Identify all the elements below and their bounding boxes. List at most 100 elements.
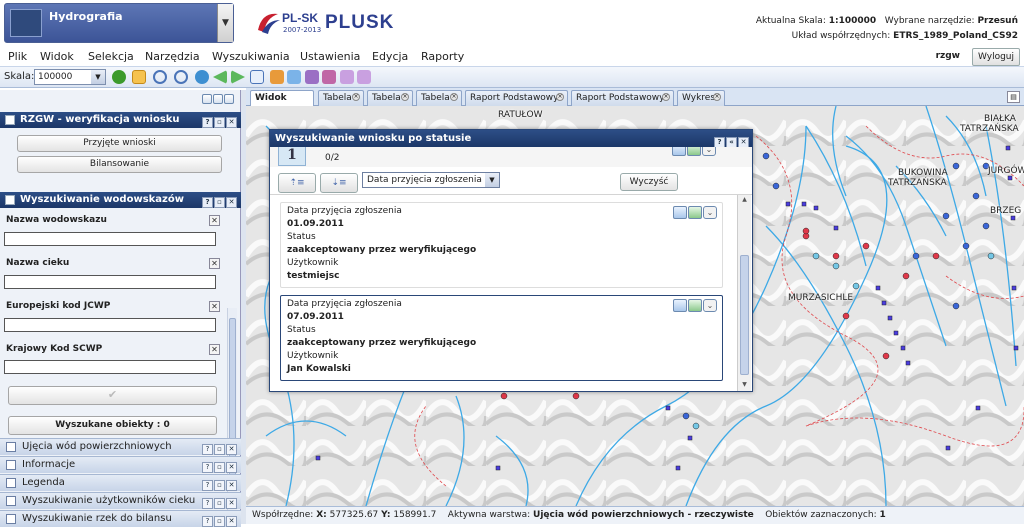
export-icon[interactable] [687,147,701,156]
scroll-down-icon[interactable]: ▼ [740,381,749,390]
help-icon[interactable]: ? [202,117,213,128]
tab-table-3[interactable]: Tabela × [416,90,462,106]
chart-report-icon[interactable] [357,70,371,84]
accordion-river-balance-search[interactable]: Wyszukiwanie rzek do bilansu ? ▫ ✕ [0,510,241,527]
chart-icon[interactable] [340,70,354,84]
menu-plik[interactable]: Plik [8,50,27,63]
export-icon[interactable] [688,299,702,312]
list-item-selected[interactable]: Data przyjęcia zgłoszenia 07.09.2011 Sta… [280,295,723,381]
river-name-input[interactable] [4,275,216,289]
close-icon[interactable]: ✕ [226,444,237,455]
select-rectangle-icon[interactable] [250,70,264,84]
table-icon[interactable] [270,70,284,84]
tab-table-2[interactable]: Tabela × [367,90,413,106]
dialog-scrollbar[interactable]: ▲ ▼ [737,195,751,391]
close-icon[interactable]: × [401,93,409,101]
logout-button[interactable]: Wyloguj [972,48,1020,66]
help-icon[interactable]: ? [202,498,213,509]
list-item[interactable]: Data przyjęcia zgłoszenia 01.09.2011 Sta… [280,202,723,288]
clear-field-icon[interactable]: ✕ [209,258,220,269]
scroll-up-icon[interactable]: ▲ [740,196,749,205]
tab-list-menu-icon[interactable]: ▤ [1007,91,1020,103]
next-extent-icon[interactable] [231,70,245,84]
balance-button[interactable]: Bilansowanie [17,156,222,173]
document-icon[interactable] [673,299,687,312]
close-icon[interactable]: × [713,93,721,101]
zoom-in-icon[interactable] [153,70,167,84]
menu-widok[interactable]: Widok [40,50,74,63]
info-icon[interactable] [112,70,126,84]
menu-raporty[interactable]: Raporty [421,50,464,63]
close-icon[interactable]: × [662,93,670,101]
help-icon[interactable]: ? [202,480,213,491]
minimize-icon[interactable] [224,94,234,104]
restore-icon[interactable]: ▫ [214,197,225,208]
tab-chart[interactable]: Wykres × [677,90,725,106]
layer-select-icon[interactable] [305,70,319,84]
close-icon[interactable]: × [450,93,458,101]
restore-icon[interactable]: ▫ [214,117,225,128]
accordion-information[interactable]: Informacje ? ▫ ✕ [0,456,241,473]
chevron-down-icon[interactable]: ⌄ [703,206,717,219]
dialog-title-bar[interactable]: Wyszukiwanie wniosku po statusie ? «✕ [270,130,752,148]
chevron-down-icon[interactable]: ▼ [485,173,499,187]
restore-icon[interactable]: ▫ [214,444,225,455]
help-icon[interactable]: ? [202,462,213,473]
help-icon[interactable]: ? [202,197,213,208]
restore-icon[interactable]: ▫ [214,462,225,473]
zoom-out-icon[interactable] [174,70,188,84]
menu-wyszukiwania[interactable]: Wyszukiwania [212,50,290,63]
close-icon[interactable]: ✕ [226,462,237,473]
sort-field-select[interactable]: Data przyjęcia zgłoszenia ▼ [362,172,500,188]
restore-icon[interactable] [202,94,212,104]
tab-table-1[interactable]: Tabela × [318,90,364,106]
close-icon[interactable]: ✕ [226,197,237,208]
export-icon[interactable] [688,206,702,219]
chevron-down-icon[interactable]: ▼ [217,4,233,42]
clear-field-icon[interactable]: ✕ [209,344,220,355]
scwp-code-input[interactable] [4,360,216,374]
close-icon[interactable]: ✕ [226,516,237,527]
chevron-down-icon[interactable]: ▼ [91,70,105,84]
chevron-down-icon[interactable]: ⌄ [703,299,717,312]
accepted-applications-button[interactable]: Przyjęte wnioski [17,135,222,152]
menu-ustawienia[interactable]: Ustawienia [300,50,360,63]
close-icon[interactable]: ✕ [226,117,237,128]
globe-icon[interactable] [195,70,209,84]
tab-basic-report-1[interactable]: Raport Podstawowy × [465,90,568,106]
measure-icon[interactable] [322,70,336,84]
maximize-icon[interactable] [213,94,223,104]
layer-selector[interactable]: Hydrografia ▼ [4,3,234,43]
menu-narzedzia[interactable]: Narzędzia [145,50,200,63]
close-icon[interactable]: × [352,93,360,101]
prev-extent-icon[interactable] [213,70,227,84]
clear-field-icon[interactable]: ✕ [209,301,220,312]
chevron-down-icon[interactable]: ⌄ [702,147,716,156]
pan-hand-icon[interactable] [132,70,146,84]
close-icon[interactable]: ✕ [226,480,237,491]
tab-basic-report-2[interactable]: Raport Podstawowy × [571,90,674,106]
restore-icon[interactable]: ▫ [214,480,225,491]
sort-descending-button[interactable]: ⇣≡ [320,173,358,193]
panel-gauge-search-header[interactable]: Wyszukiwanie wodowskazów ? ▫ ✕ [0,192,241,208]
jcwp-code-input[interactable] [4,318,216,332]
scrollbar-thumb[interactable] [740,255,749,375]
scale-select[interactable]: 100000 ▼ [34,69,106,85]
accordion-legend[interactable]: Legenda ? ▫ ✕ [0,474,241,491]
menu-selekcja[interactable]: Selekcja [88,50,134,63]
sort-ascending-button[interactable]: ⇡≡ [278,173,316,193]
help-icon[interactable]: ? [202,444,213,455]
help-icon[interactable]: ? [202,516,213,527]
search-confirm-button[interactable]: ✔ [8,386,217,405]
clear-field-icon[interactable]: ✕ [209,215,220,226]
close-icon[interactable]: × [556,93,564,101]
clear-button[interactable]: Wyczyść [620,173,678,191]
document-icon[interactable] [672,147,686,156]
accordion-surface-water-intakes[interactable]: Ujęcia wód powierzchniowych ? ▫ ✕ [0,438,241,455]
restore-icon[interactable]: ▫ [214,516,225,527]
application-search-dialog[interactable]: Wyszukiwanie wniosku po statusie ? «✕ 1 0… [269,129,753,392]
panel-rzgw-header[interactable]: RZGW - weryfikacja wniosku ? ▫ ✕ [0,112,241,128]
restore-icon[interactable]: ▫ [214,498,225,509]
gauge-name-input[interactable] [4,232,216,246]
close-icon[interactable]: ✕ [226,498,237,509]
